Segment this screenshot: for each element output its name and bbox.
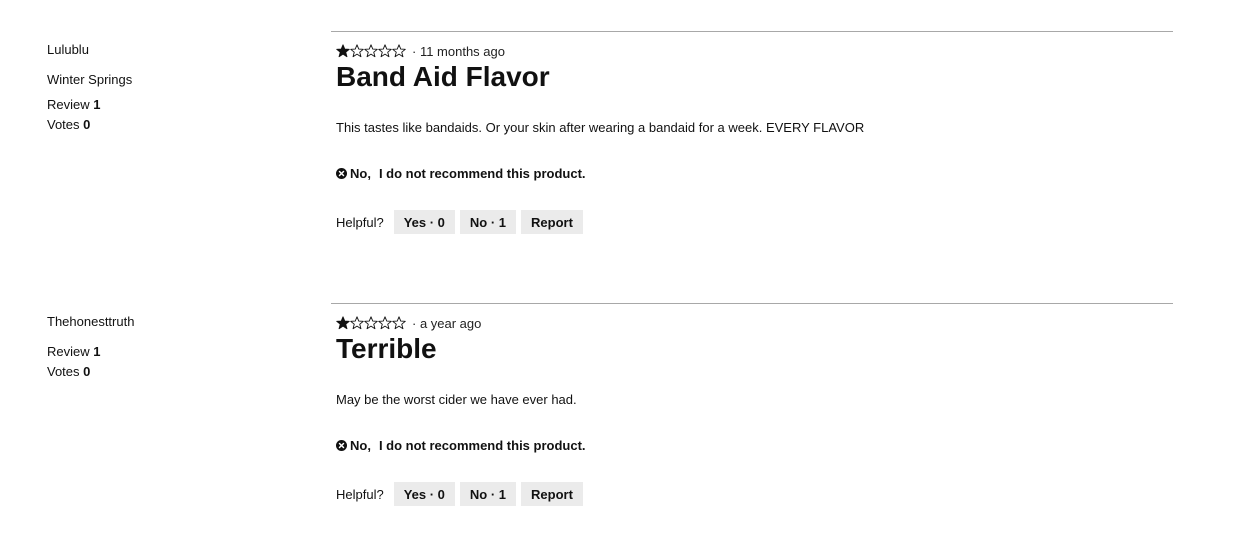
helpful-row: Helpful? Yes · 0 No · 1 Report xyxy=(336,210,588,234)
review-count-value: 1 xyxy=(93,344,101,359)
star-empty-icon xyxy=(364,44,378,58)
votes-count-label: Votes xyxy=(47,364,80,379)
star-empty-icon xyxy=(392,44,406,58)
star-empty-icon xyxy=(350,44,364,58)
star-rating xyxy=(336,316,406,330)
star-rating xyxy=(336,44,406,58)
star-empty-icon xyxy=(350,316,364,330)
reviews-page: Lulublu Winter Springs Review 1 Votes 0 … xyxy=(0,0,1234,558)
rating-line: · a year ago xyxy=(336,314,481,332)
helpful-yes-button[interactable]: Yes · 0 xyxy=(393,210,455,234)
votes-count-label: Votes xyxy=(47,117,80,132)
report-button[interactable]: Report xyxy=(521,210,583,234)
recommend-no: No, xyxy=(350,166,371,181)
review-item: Thehonesttruth Review 1 Votes 0 · a year… xyxy=(0,303,1234,543)
helpful-label: Helpful? xyxy=(336,486,384,502)
star-empty-icon xyxy=(378,44,392,58)
reviewer-review-count: Review 1 xyxy=(47,344,100,359)
review-count-value: 1 xyxy=(93,97,101,112)
review-count-label: Review xyxy=(47,344,90,359)
votes-count-value: 0 xyxy=(83,364,91,379)
x-circle-icon xyxy=(336,168,347,179)
star-filled-icon xyxy=(336,44,350,58)
review-content: · 11 months ago Band Aid Flavor This tas… xyxy=(331,31,1173,272)
star-filled-icon xyxy=(336,316,350,330)
report-button[interactable]: Report xyxy=(521,482,583,506)
star-empty-icon xyxy=(364,316,378,330)
review-item: Lulublu Winter Springs Review 1 Votes 0 … xyxy=(0,31,1234,271)
recommendation: No, I do not recommend this product. xyxy=(336,438,586,453)
rating-line: · 11 months ago xyxy=(336,42,505,60)
recommend-text: I do not recommend this product. xyxy=(378,438,586,453)
helpful-no-button[interactable]: No · 1 xyxy=(459,482,517,506)
star-empty-icon xyxy=(392,316,406,330)
helpful-label: Helpful? xyxy=(336,214,384,230)
helpful-row: Helpful? Yes · 0 No · 1 Report xyxy=(336,482,588,506)
reviewer-location: Winter Springs xyxy=(47,72,133,87)
helpful-no-button[interactable]: No · 1 xyxy=(459,210,517,234)
reviewer-votes-count: Votes 0 xyxy=(47,364,90,379)
review-time: · a year ago xyxy=(412,315,482,331)
recommend-text: I do not recommend this product. xyxy=(378,166,586,181)
reviewer-votes-count: Votes 0 xyxy=(47,117,90,132)
review-title: Terrible xyxy=(336,333,437,364)
reviewer-review-count: Review 1 xyxy=(47,97,100,112)
votes-count-value: 0 xyxy=(83,117,91,132)
review-body: May be the worst cider we have ever had. xyxy=(336,392,577,407)
review-time: · 11 months ago xyxy=(412,43,505,59)
review-body: This tastes like bandaids. Or your skin … xyxy=(336,120,865,135)
review-count-label: Review xyxy=(47,97,90,112)
reviewer-name: Lulublu xyxy=(47,42,89,57)
star-empty-icon xyxy=(378,316,392,330)
x-circle-icon xyxy=(336,440,347,451)
helpful-yes-button[interactable]: Yes · 0 xyxy=(393,482,455,506)
recommendation: No, I do not recommend this product. xyxy=(336,166,586,181)
review-content: · a year ago Terrible May be the worst c… xyxy=(331,303,1173,544)
review-title: Band Aid Flavor xyxy=(336,61,550,92)
reviewer-name: Thehonesttruth xyxy=(47,314,135,329)
recommend-no: No, xyxy=(350,438,371,453)
